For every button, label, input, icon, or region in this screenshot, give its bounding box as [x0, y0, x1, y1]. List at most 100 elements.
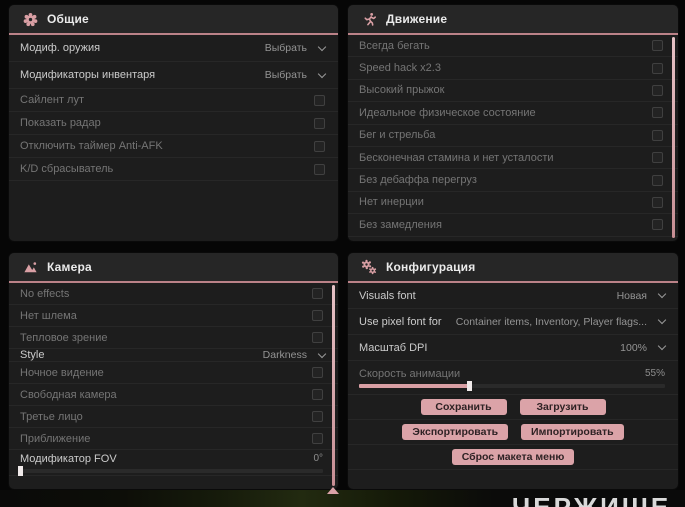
- button-сброс-макета-меню[interactable]: Сброс макета меню: [451, 449, 575, 465]
- row-camera-3: Style Darkness: [9, 349, 338, 362]
- dropdown[interactable]: Новая: [616, 289, 667, 302]
- panel-general-body: Модиф. оружия Выбрать Модификаторы инвента…: [9, 35, 338, 241]
- row-movement-5: Бесконечная стамина и нет усталости: [348, 147, 678, 170]
- resize-handle-icon[interactable]: [327, 487, 339, 494]
- panel-camera-header[interactable]: Камера: [9, 253, 338, 283]
- panel-config-header[interactable]: Конфигурация: [348, 253, 678, 283]
- row-label: No effects: [20, 287, 70, 300]
- slider-handle[interactable]: [18, 465, 23, 476]
- panel-movement-header[interactable]: Движение: [348, 5, 678, 35]
- button-сохранить[interactable]: Сохранить: [420, 399, 507, 415]
- dropdown[interactable]: Выбрать: [264, 69, 327, 81]
- button-экспортировать[interactable]: Экспортировать: [402, 424, 509, 440]
- checkbox[interactable]: [652, 62, 663, 74]
- row-label: Без замедления: [359, 218, 442, 231]
- slider-value: 55%: [644, 368, 665, 379]
- row-general-4: Отключить таймер Anti-AFK: [9, 135, 338, 158]
- slider-handle[interactable]: [467, 380, 473, 391]
- row-label: Высокий прыжок: [359, 84, 445, 97]
- dropdown-value: Выбрать: [264, 42, 307, 54]
- row-camera-1: Нет шлема: [9, 305, 338, 327]
- button-импортировать[interactable]: Импортировать: [521, 424, 624, 440]
- row-config-3: Скорость анимации 55%: [348, 361, 678, 395]
- button-row-2: Сброс макета меню: [348, 445, 678, 470]
- button-row-0: Сохранить Загрузить: [348, 395, 678, 420]
- dropdown[interactable]: Darkness: [263, 349, 327, 361]
- checkbox[interactable]: [314, 140, 325, 152]
- row-label: Visuals font: [359, 289, 416, 302]
- checkbox[interactable]: [312, 411, 323, 422]
- panel-title: Камера: [47, 260, 92, 274]
- scrollbar[interactable]: [672, 37, 675, 238]
- row-movement-3: Идеальное физическое состояние: [348, 102, 678, 125]
- row-label: Свободная камера: [20, 388, 117, 401]
- row-camera-2: Тепловое зрение: [9, 327, 338, 349]
- chevron-down-icon: [317, 42, 327, 51]
- row-general-1: Модификаторы инвентаря Выбрать: [9, 62, 338, 89]
- row-label: Масштаб DPI: [359, 341, 428, 354]
- panel-general-header[interactable]: Общие: [9, 5, 338, 35]
- panel-general: Общие Модиф. оружия Выбрать Модификаторы и…: [8, 4, 339, 242]
- row-camera-6: Третье лицо: [9, 406, 338, 428]
- row-movement-2: Высокий прыжок: [348, 80, 678, 103]
- slider[interactable]: [18, 465, 323, 476]
- row-general-5: K/D сбрасыватель: [9, 158, 338, 181]
- dropdown-value: 100%: [620, 341, 647, 354]
- checkbox[interactable]: [312, 332, 323, 343]
- dropdown[interactable]: Container items, Inventory, Player flags…: [456, 315, 667, 328]
- checkbox[interactable]: [652, 84, 663, 96]
- checkbox[interactable]: [312, 288, 323, 299]
- chevron-down-icon: [657, 315, 667, 325]
- checkbox[interactable]: [652, 107, 663, 119]
- panel-camera-body: No effects Нет шлема Тепловое зрение Style D…: [9, 283, 338, 489]
- dropdown-value: Новая: [616, 289, 647, 302]
- chevron-down-icon: [317, 69, 327, 78]
- row-label: Всегда бегать: [359, 39, 430, 52]
- row-label: Скорость анимации: [359, 367, 461, 380]
- row-general-0: Модиф. оружия Выбрать: [9, 35, 338, 62]
- row-config-2: Масштаб DPI 100%: [348, 335, 678, 361]
- button-загрузить[interactable]: Загрузить: [519, 399, 606, 415]
- checkbox[interactable]: [314, 163, 325, 175]
- checkbox[interactable]: [652, 40, 663, 52]
- checkbox[interactable]: [312, 433, 323, 444]
- panel-title: Общие: [47, 12, 89, 26]
- checkbox[interactable]: [652, 219, 663, 231]
- checkbox[interactable]: [652, 129, 663, 141]
- image-icon: [22, 259, 38, 275]
- checkbox[interactable]: [314, 94, 325, 106]
- dropdown[interactable]: 100%: [620, 341, 667, 354]
- row-movement-0: Всегда бегать: [348, 35, 678, 58]
- row-general-3: Показать радар: [9, 112, 338, 135]
- checkbox[interactable]: [652, 174, 663, 186]
- checkbox[interactable]: [312, 310, 323, 321]
- row-label: Без дебаффа перегруз: [359, 174, 477, 187]
- chevron-down-icon: [657, 289, 667, 299]
- checkbox[interactable]: [312, 367, 323, 378]
- checkbox[interactable]: [312, 389, 323, 400]
- scrollbar[interactable]: [332, 285, 335, 486]
- checkbox[interactable]: [314, 117, 325, 129]
- row-camera-7: Приближение: [9, 428, 338, 450]
- row-label: Сайлент лут: [20, 94, 84, 106]
- panel-title: Движение: [386, 12, 448, 26]
- row-label: Use pixel font for: [359, 315, 442, 328]
- row-label: Speed hack x2.3: [359, 62, 441, 75]
- row-label: Приближение: [20, 432, 91, 445]
- row-camera-0: No effects: [9, 283, 338, 305]
- row-movement-7: Нет инерции: [348, 192, 678, 215]
- panel-movement: Движение Всегда бегать Speed hack x2.3 Выс…: [347, 4, 679, 242]
- slider-value: 0°: [313, 453, 323, 464]
- row-camera-8: Модификатор FOV 0°: [9, 450, 338, 476]
- dropdown-value: Выбрать: [264, 69, 307, 81]
- dropdown[interactable]: Выбрать: [264, 42, 327, 54]
- row-label: Нет шлема: [20, 309, 77, 322]
- panel-title: Конфигурация: [386, 260, 476, 274]
- checkbox[interactable]: [652, 196, 663, 208]
- checkbox[interactable]: [652, 152, 663, 164]
- button-row-1: Экспортировать Импортировать: [348, 420, 678, 445]
- slider[interactable]: [359, 380, 665, 391]
- panel-config: Конфигурация Visuals font Новая Use pixel …: [347, 252, 679, 490]
- background-watermark-text: ЧЕРЖИШЕ: [512, 492, 672, 507]
- row-label: Идеальное физическое состояние: [359, 106, 536, 119]
